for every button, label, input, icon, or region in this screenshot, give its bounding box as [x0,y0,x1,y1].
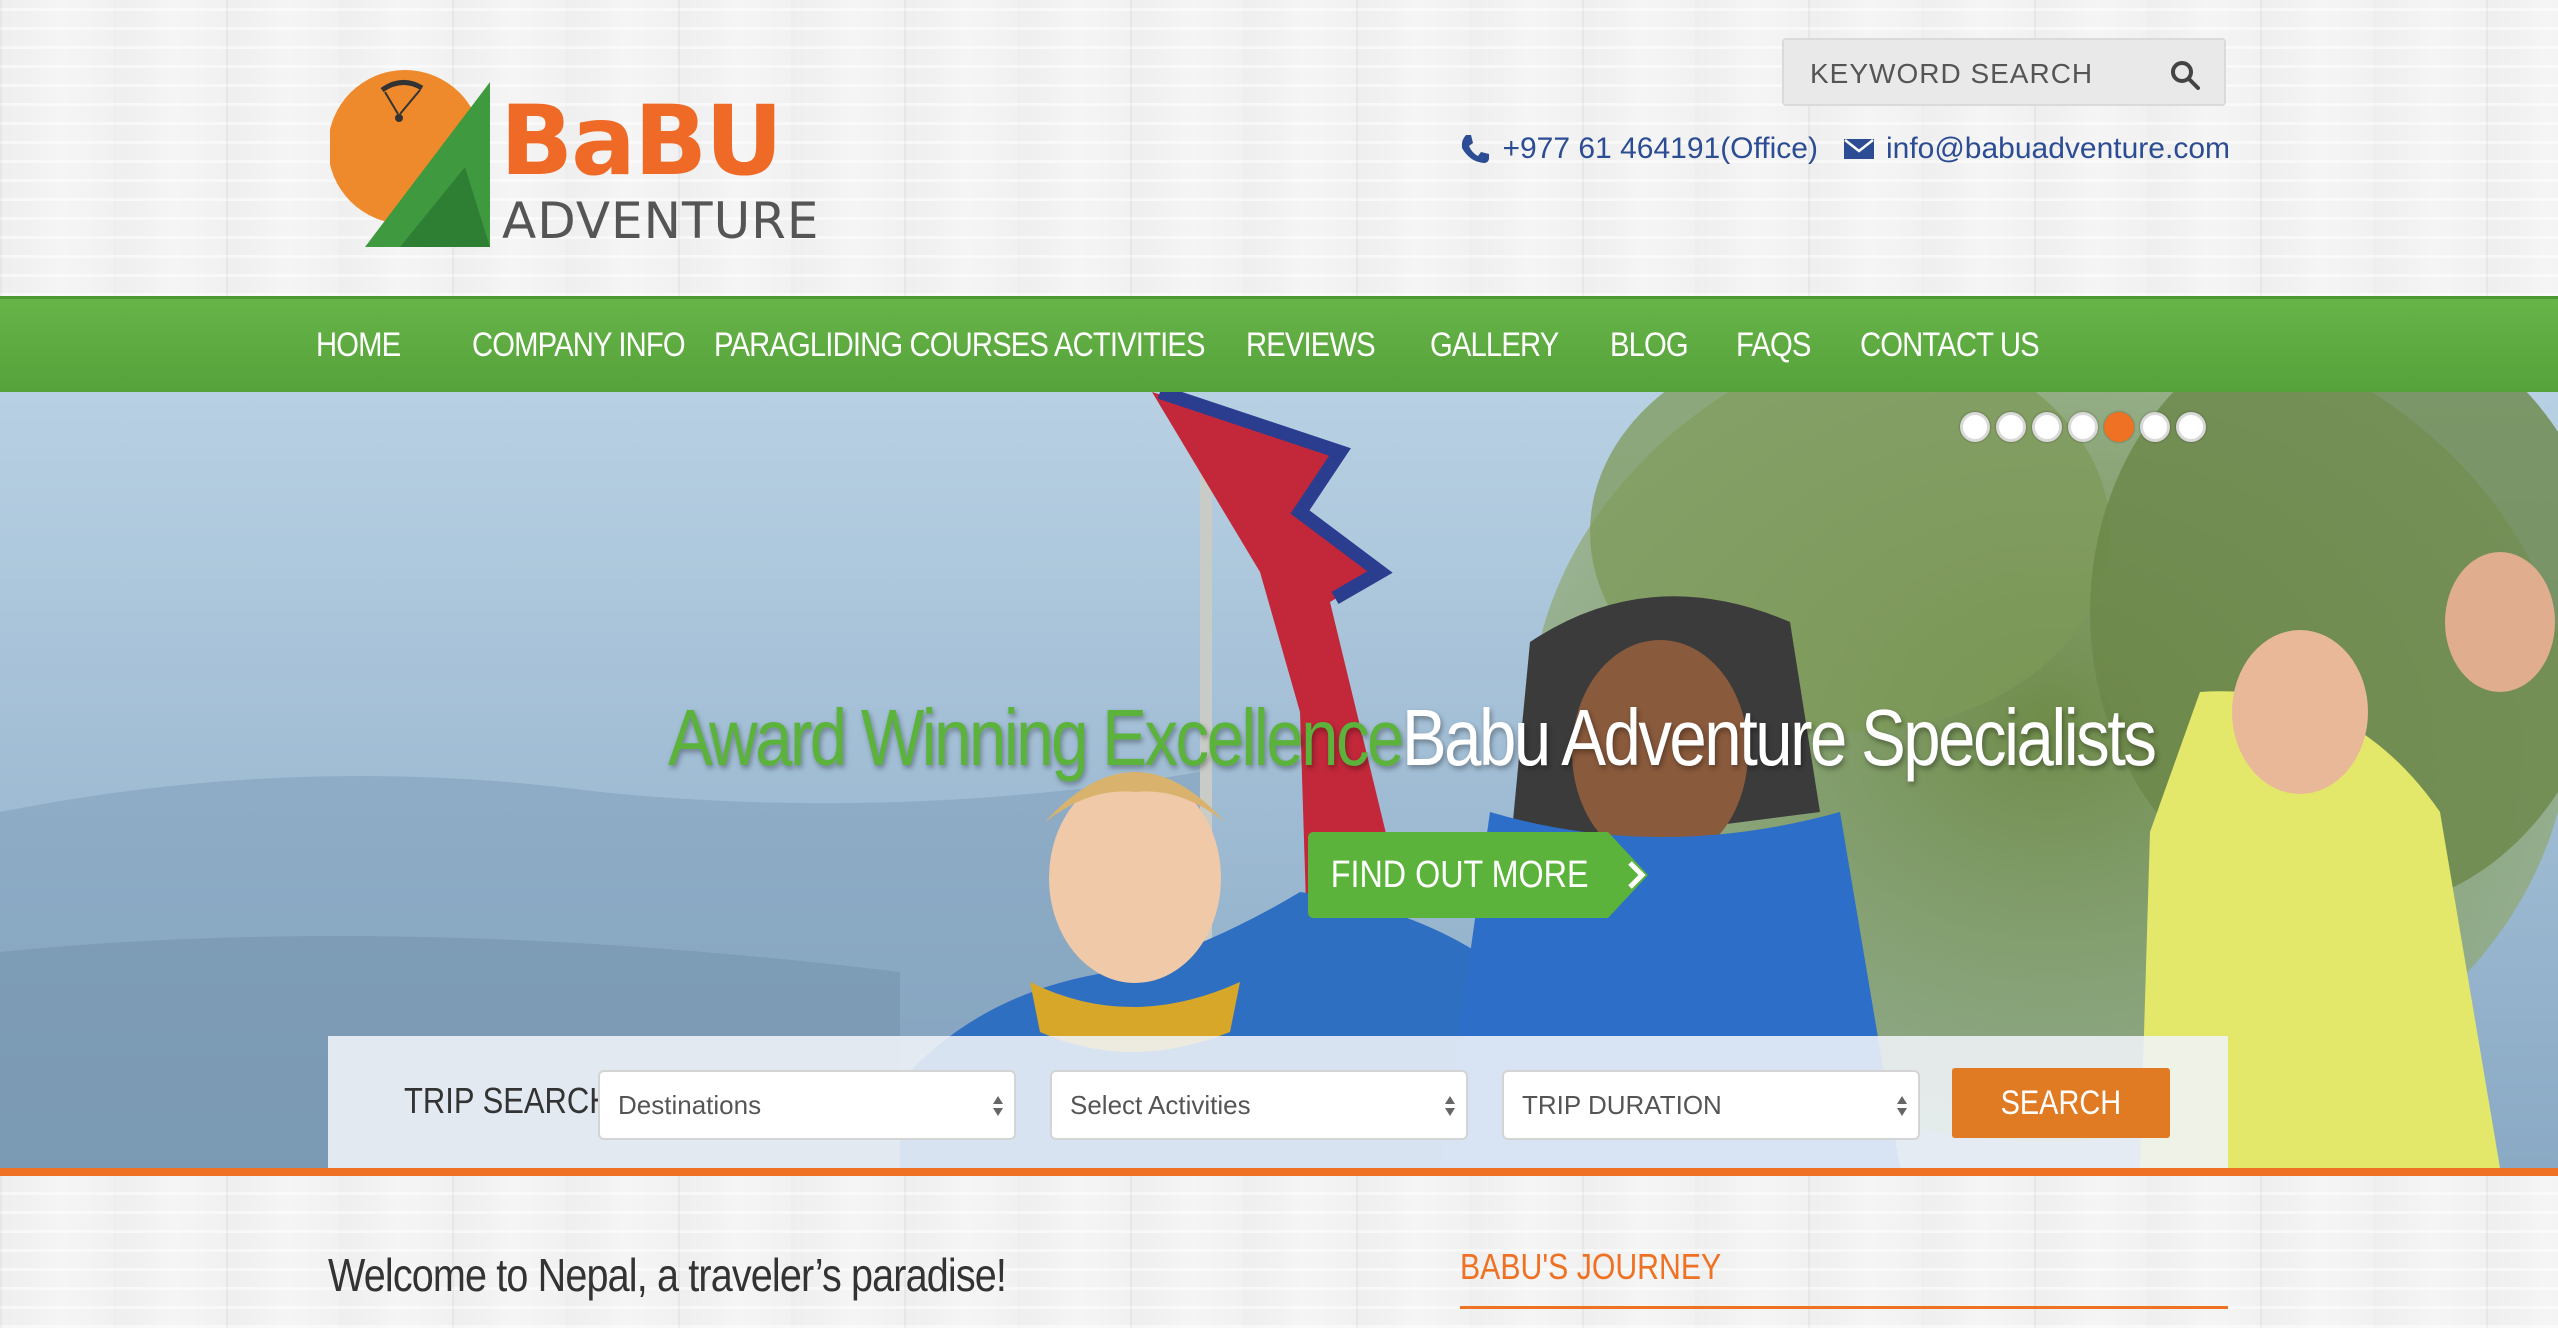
slider-dot-3[interactable] [2032,412,2062,442]
nav-item-label: BLOG [1610,326,1689,364]
nav-item-home[interactable]: HOME [316,326,411,365]
slider-dot-5[interactable] [2104,412,2134,442]
headline-green: Award Winning Excellence [668,693,1404,782]
trip-duration-select[interactable]: TRIP DURATION [1502,1070,1920,1140]
nav-item-paragliding-courses[interactable]: PARAGLIDING COURSES [714,326,1049,365]
orange-divider [0,1168,2558,1176]
hero-headline: Award Winning ExcellenceBabu Adventure S… [668,692,2157,784]
slider-dot-7[interactable] [2176,412,2206,442]
phone-icon [1462,135,1490,163]
nav-item-faqs[interactable]: FAQS [1736,326,1811,365]
activities-select[interactable]: Select Activities [1050,1070,1468,1140]
contact-info: +977 61 464191(Office) info@babuadventur… [1458,126,2230,172]
nav-item-label: REVIEWS [1246,326,1376,364]
slider-dot-4[interactable] [2068,412,2098,442]
nav-item-label: FAQS [1736,326,1811,364]
babu-adventure-logo[interactable]: BaBU ADVENTURE [328,62,830,252]
keyword-search-box[interactable] [1782,38,2226,106]
nav-item-blog[interactable]: BLOG [1610,326,1689,365]
trip-search-button[interactable]: SEARCH [1952,1068,2170,1138]
babus-journey-heading: BABU'S JOURNEY [1460,1246,1722,1287]
select-arrows-icon [993,1096,1003,1116]
welcome-heading: Welcome to Nepal, a traveler’s paradise! [328,1249,1007,1301]
email-contact[interactable]: info@babuadventure.com [1842,132,2230,166]
nav-item-label: CONTACT US [1860,326,2040,364]
keyword-search-input[interactable] [1808,54,2162,94]
slider-pagination [1960,412,2206,442]
email-address: info@babuadventure.com [1885,132,2230,165]
search-icon[interactable] [2170,60,2200,90]
slider-dot-1[interactable] [1960,412,1990,442]
trip-search-label: TRIP SEARCH [404,1080,612,1121]
trip-search-button-label: SEARCH [2000,1083,2122,1122]
logo-wordmark: BaBU [500,85,781,197]
destinations-value: Destinations [618,1090,762,1120]
slider-dot-2[interactable] [1996,412,2026,442]
find-out-more-label: FIND OUT MORE [1331,853,1589,896]
trip-search-bar: TRIP SEARCH Destinations Select Activiti… [328,1036,2228,1168]
hero-slider: Award Winning ExcellenceBabu Adventure S… [0,392,2558,1168]
headline-white: Babu Adventure Specialists [1401,693,2157,782]
select-arrows-icon [1897,1096,1907,1116]
site-header: BaBU ADVENTURE +977 61 464191(Office) in… [0,0,2558,296]
phone-number: +977 61 464191(Office) [1502,132,1818,165]
nav-item-label: COMPANY INFO [472,326,686,364]
trip-duration-value: TRIP DURATION [1522,1090,1722,1120]
nav-item-label: GALLERY [1430,326,1559,364]
slider-dot-6[interactable] [2140,412,2170,442]
destinations-select[interactable]: Destinations [598,1070,1016,1140]
chevron-right-icon [1627,861,1646,889]
nav-item-contact-us[interactable]: CONTACT US [1860,326,2040,365]
select-arrows-icon [1445,1096,1455,1116]
nav-item-gallery[interactable]: GALLERY [1430,326,1559,365]
envelope-icon [1843,139,1874,159]
nav-item-label: ACTIVITIES [1054,326,1205,364]
activities-value: Select Activities [1070,1090,1251,1120]
nav-item-activities[interactable]: ACTIVITIES [1054,326,1205,365]
nav-item-label: HOME [316,326,401,364]
logo-subtitle: ADVENTURE [502,192,820,250]
content-area: Welcome to Nepal, a traveler’s paradise!… [0,1176,2558,1328]
phone-contact[interactable]: +977 61 464191(Office) [1458,132,1818,166]
find-out-more-button[interactable]: FIND OUT MORE [1308,832,1648,918]
journey-divider [1460,1306,2228,1309]
nav-item-reviews[interactable]: REVIEWS [1246,326,1376,365]
main-navigation: HOME COMPANY INFO PARAGLIDING COURSES ACTIV… [0,296,2558,392]
nav-item-label: PARAGLIDING COURSES [714,326,1049,364]
nav-list: HOME COMPANY INFO PARAGLIDING COURSES ACTIV… [316,299,2044,392]
nav-item-company-info[interactable]: COMPANY INFO [472,326,686,365]
